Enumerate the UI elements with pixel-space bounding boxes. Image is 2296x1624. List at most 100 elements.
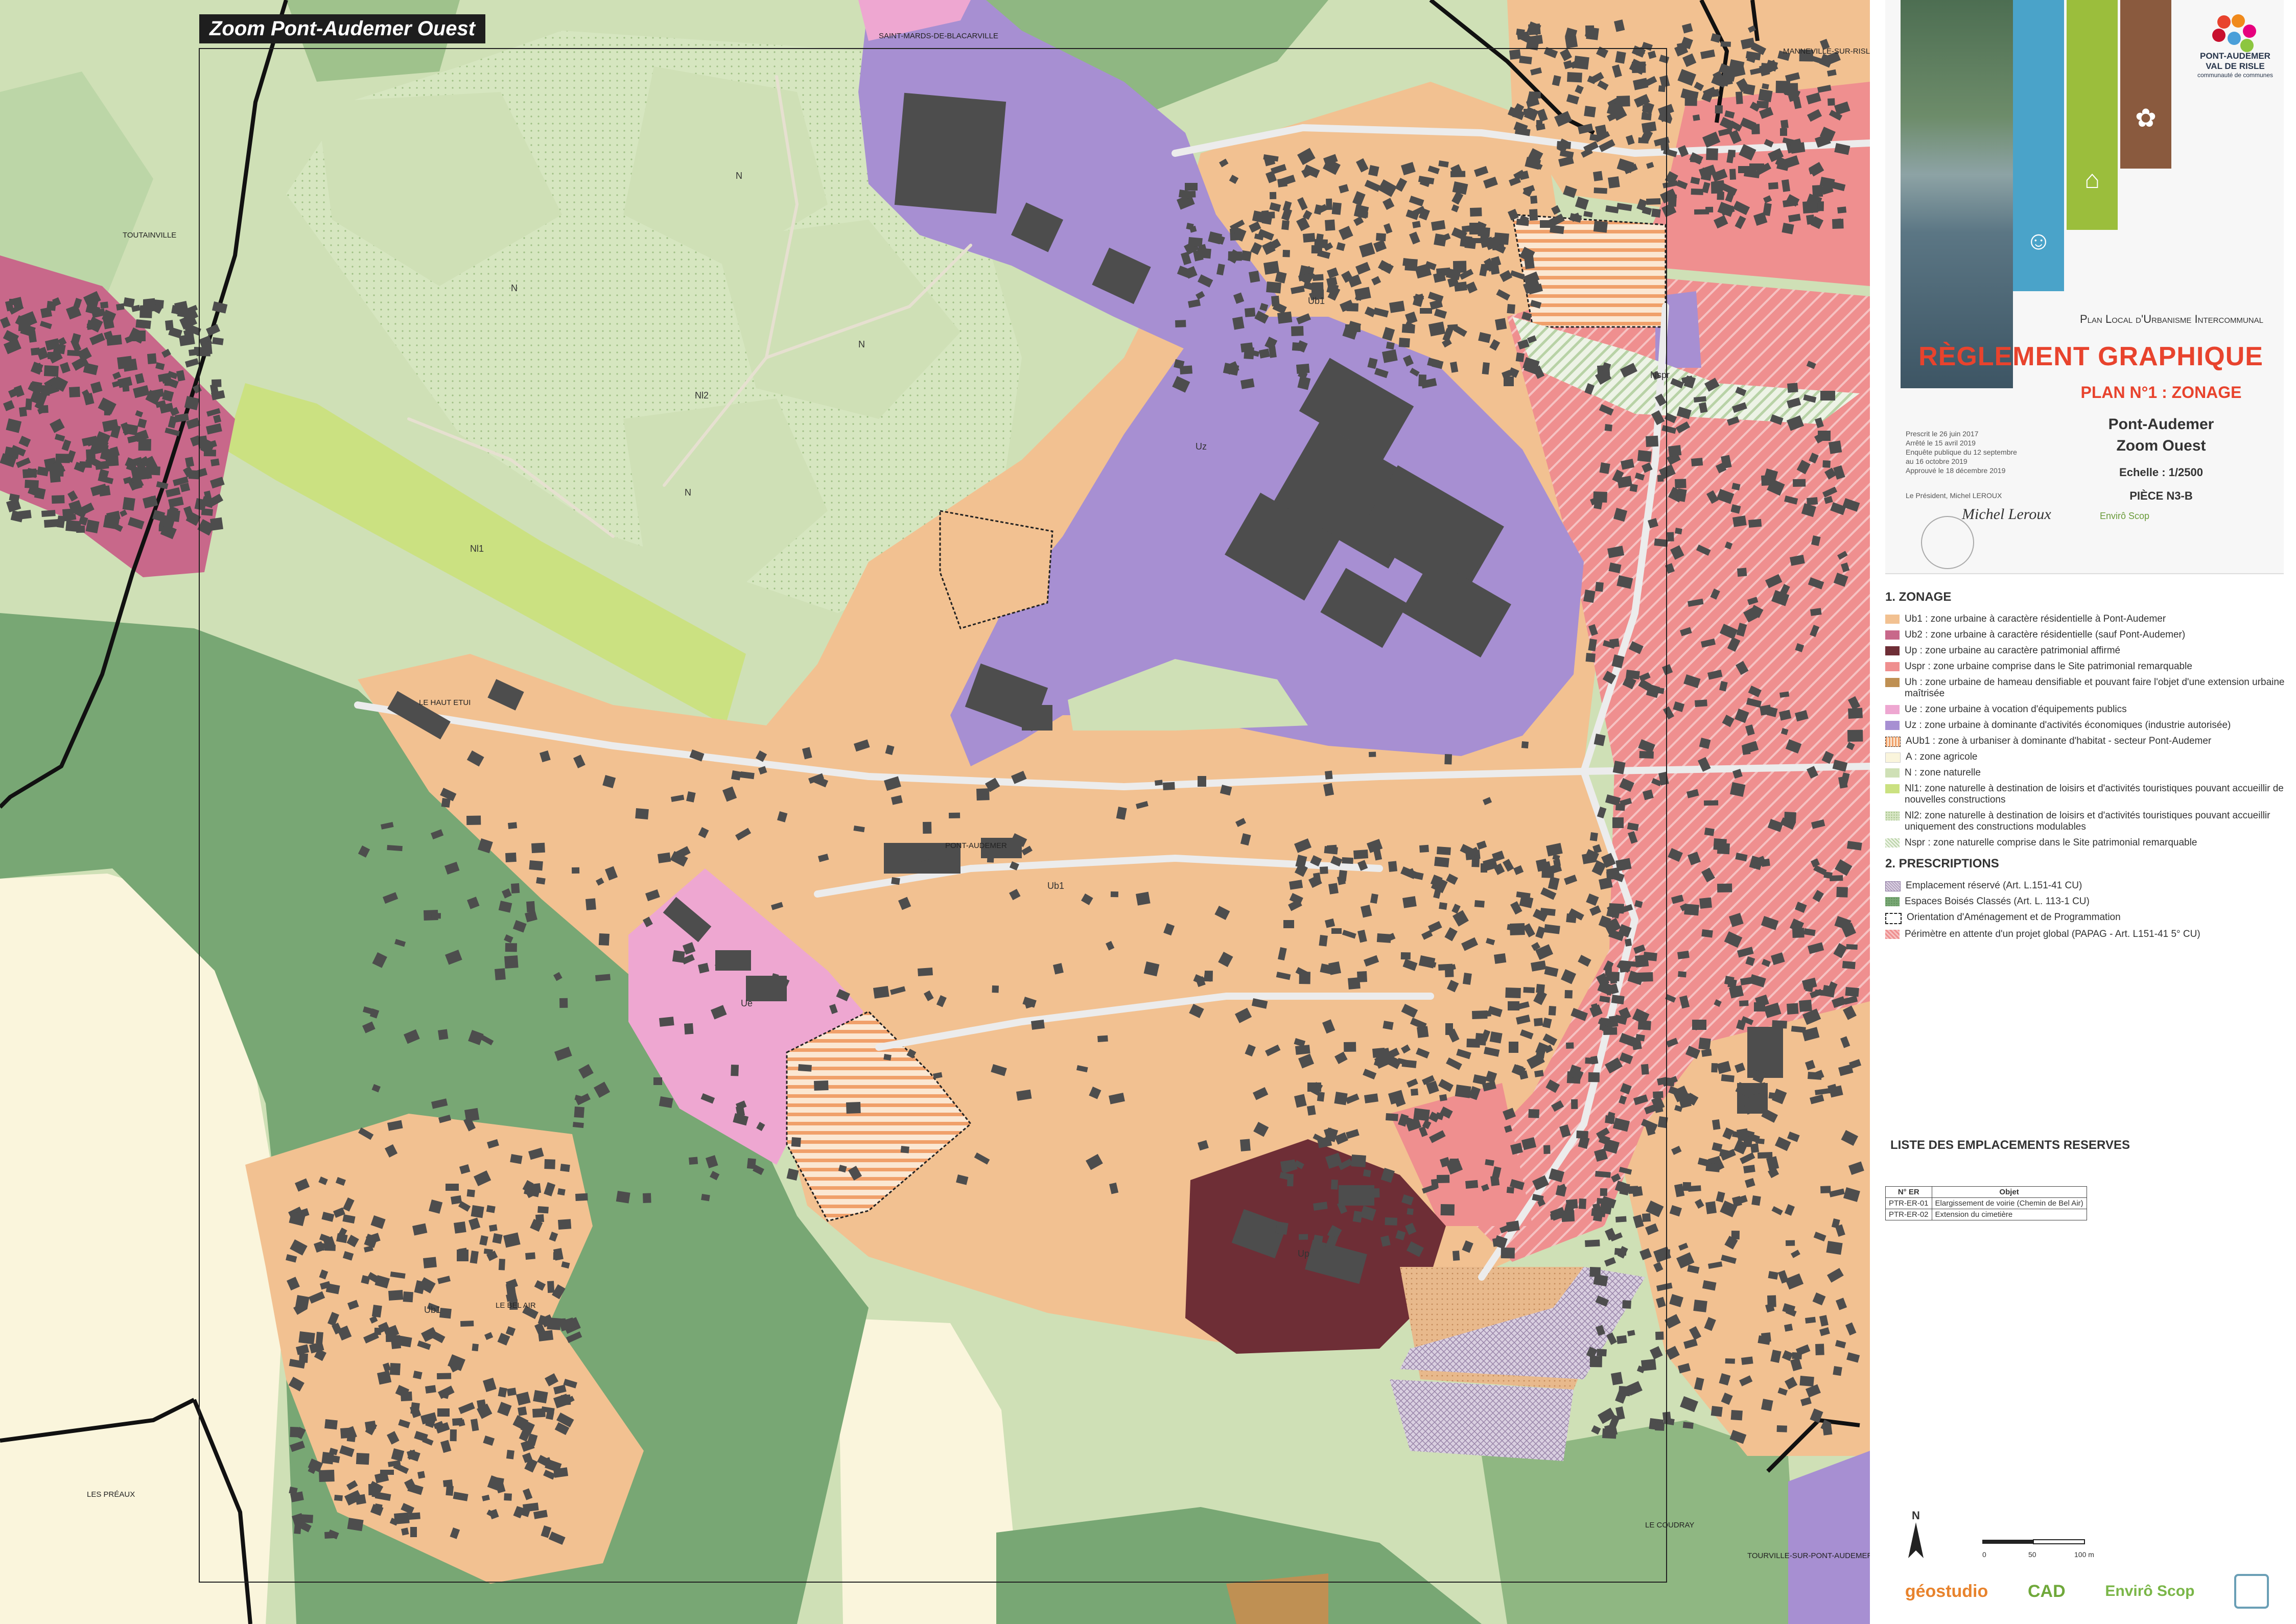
building xyxy=(356,1452,369,1465)
building xyxy=(1244,308,1256,317)
building-icon: ⌂ xyxy=(2084,165,2100,194)
building xyxy=(437,1373,452,1379)
building xyxy=(466,815,481,825)
building xyxy=(1319,935,1328,947)
building xyxy=(1651,208,1661,218)
building xyxy=(595,974,611,981)
legend-label: Orientation d'Aménagement et de Programm… xyxy=(1907,912,2121,923)
building xyxy=(1717,883,1732,892)
building xyxy=(1704,828,1715,836)
building xyxy=(1507,304,1515,314)
building xyxy=(1155,780,1163,786)
building xyxy=(1437,1174,1450,1183)
building xyxy=(1400,952,1411,960)
flower-logo-icon xyxy=(2182,10,2289,52)
building xyxy=(1822,460,1831,468)
building xyxy=(1198,776,1206,787)
building xyxy=(504,955,519,969)
building xyxy=(1589,1355,1602,1368)
building xyxy=(1625,938,1632,947)
building xyxy=(1565,35,1578,49)
building xyxy=(1626,669,1640,680)
building xyxy=(1494,953,1507,964)
building xyxy=(1444,754,1452,765)
building xyxy=(948,812,960,818)
building xyxy=(290,1427,299,1438)
building xyxy=(1806,214,1815,225)
building xyxy=(1691,189,1703,195)
building xyxy=(1654,538,1668,547)
building xyxy=(1600,1188,1607,1196)
building xyxy=(1608,176,1620,189)
building xyxy=(1646,198,1661,205)
building xyxy=(689,1157,698,1165)
building xyxy=(460,1321,474,1327)
building xyxy=(464,1108,480,1122)
building xyxy=(1270,192,1277,199)
building xyxy=(1536,120,1542,127)
legend-item-oap: Orientation d'Aménagement et de Programm… xyxy=(1885,912,2289,924)
building xyxy=(571,867,580,874)
building xyxy=(1730,1410,1743,1421)
building xyxy=(1667,532,1674,542)
building xyxy=(1327,844,1337,852)
building xyxy=(388,1290,404,1301)
legend-label: Nl2: zone naturelle à destination de loi… xyxy=(1905,810,2270,832)
swatch-ub1 xyxy=(1885,615,1900,624)
building xyxy=(1282,250,1290,257)
building xyxy=(1616,1335,1627,1344)
building xyxy=(1589,832,1598,841)
building xyxy=(1786,1240,1795,1246)
building xyxy=(1698,1037,1711,1050)
building xyxy=(1641,112,1652,121)
building xyxy=(25,398,32,410)
building xyxy=(1364,1188,1380,1198)
building xyxy=(19,407,28,417)
zone-label-ub1a: Ub1 xyxy=(1308,296,1325,306)
building xyxy=(452,1418,463,1426)
building xyxy=(900,1145,909,1154)
swatch-aub1 xyxy=(1885,737,1901,747)
building xyxy=(1787,1003,1799,1015)
building xyxy=(451,1195,462,1205)
brand-name-3: communauté de communes xyxy=(2197,72,2274,79)
building xyxy=(505,943,517,952)
building xyxy=(1595,581,1604,592)
building xyxy=(1313,1235,1323,1245)
building xyxy=(547,1281,555,1293)
zoning-map[interactable]: SAINT-MARDS-DE-BLACARVILLE MANNEVILLE-SU… xyxy=(0,0,1870,1624)
reserved-table: N° ER Objet PTR-ER-01 Elargissement de v… xyxy=(1885,1186,2087,1220)
building xyxy=(1787,383,1798,393)
building xyxy=(391,1337,402,1349)
building xyxy=(1805,982,1814,992)
building xyxy=(1701,1049,1712,1057)
building xyxy=(1675,527,1682,535)
label-manneville: MANNEVILLE-SUR-RISLE xyxy=(1783,47,1870,56)
building xyxy=(122,497,135,511)
plan-location: Pont-Audemer Zoom Ouest xyxy=(2054,414,2268,457)
building xyxy=(1712,1119,1721,1130)
scale-label-0: 0 xyxy=(1982,1550,1986,1559)
building xyxy=(1615,803,1625,811)
stamp-seal xyxy=(1921,516,1974,569)
building xyxy=(1616,96,1630,107)
building xyxy=(1334,1092,1348,1105)
building xyxy=(486,1205,496,1213)
plan-title: RÈGLEMENT GRAPHIQUE xyxy=(1918,342,2263,371)
legend: 1. ZONAGE Ub1 : zone urbaine à caractère… xyxy=(1885,590,2289,945)
building xyxy=(1827,98,1835,106)
building xyxy=(1439,902,1447,910)
building xyxy=(1302,232,1316,243)
building xyxy=(992,985,999,993)
legend-item-nspr: Nspr : zone naturelle comprise dans le S… xyxy=(1885,837,2289,849)
reserved-id: PTR-ER-01 xyxy=(1885,1197,1932,1209)
building xyxy=(1611,1372,1623,1385)
building xyxy=(1175,320,1186,327)
building xyxy=(525,1252,536,1260)
building xyxy=(1436,846,1451,855)
building xyxy=(1590,1055,1599,1065)
building xyxy=(377,1371,392,1385)
ribbon-blue: ☺ xyxy=(2013,0,2064,291)
building xyxy=(1741,1356,1753,1365)
building xyxy=(458,1248,468,1260)
